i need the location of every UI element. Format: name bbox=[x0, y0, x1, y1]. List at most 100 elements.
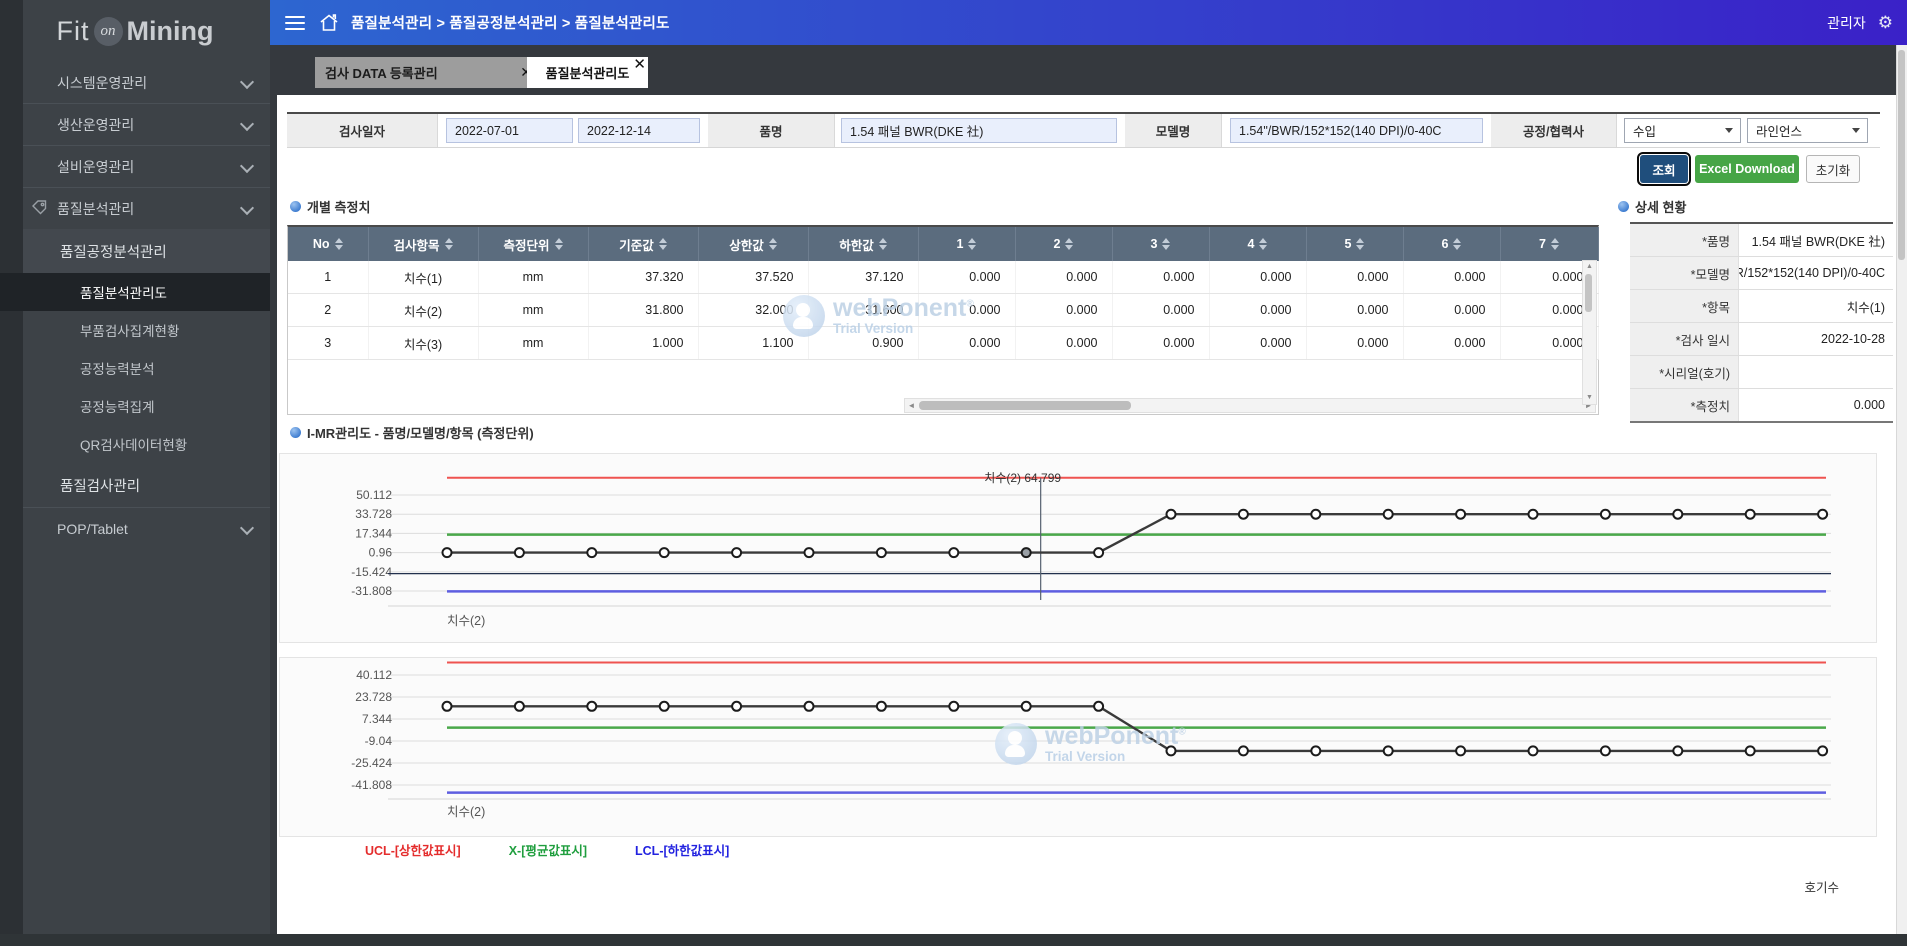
table-cell: 37.120 bbox=[808, 261, 919, 294]
window-scroll-thumb[interactable] bbox=[1898, 50, 1905, 260]
moving-range-chart[interactable]: 40.112 23.728 7.344 -9.04 -25.424 -41.808 치수(2… bbox=[279, 657, 1877, 837]
svg-text:50.112: 50.112 bbox=[356, 488, 392, 502]
sidebar-item[interactable]: 품질검사관리 bbox=[23, 463, 270, 507]
sidebar-item-label: 품질분석관리 bbox=[57, 200, 135, 217]
search-button[interactable]: 조회 bbox=[1637, 152, 1691, 186]
svg-text:17.344: 17.344 bbox=[355, 526, 392, 540]
table-cell: 3 bbox=[288, 326, 369, 360]
detail-label: *측정치 bbox=[1630, 389, 1739, 421]
column-header[interactable]: 3 bbox=[1112, 227, 1210, 261]
svg-text:치수(2): 치수(2) bbox=[447, 614, 485, 628]
sort-icon[interactable] bbox=[1550, 238, 1559, 250]
sort-icon[interactable] bbox=[1162, 238, 1171, 250]
sidebar-item[interactable]: 품질분석관리 bbox=[23, 187, 270, 229]
column-header[interactable]: 하한값 bbox=[808, 227, 919, 261]
chevron-down-icon bbox=[239, 74, 255, 90]
sidebar-item[interactable]: QR검사데이터현황 bbox=[23, 425, 270, 463]
window-vertical-scrollbar[interactable] bbox=[1896, 45, 1907, 934]
table-cell: 1 bbox=[288, 261, 369, 294]
sidebar-item-label: 부품검사집계현황 bbox=[80, 324, 180, 339]
column-header[interactable]: 5 bbox=[1306, 227, 1404, 261]
process-select[interactable]: 수입 bbox=[1624, 118, 1741, 143]
column-header[interactable]: 6 bbox=[1403, 227, 1501, 261]
column-header[interactable]: No bbox=[288, 227, 369, 261]
table-cell: 0.000 bbox=[1209, 293, 1307, 327]
detail-panel: *품명 1.54 패널 BWR(DKE 社) *모델명1.54"/BWR/152*1… bbox=[1630, 222, 1893, 423]
column-header[interactable]: 검사항목 bbox=[368, 227, 479, 261]
column-header[interactable]: 상한값 bbox=[698, 227, 809, 261]
sort-icon[interactable] bbox=[658, 238, 667, 250]
table-row[interactable]: 3 치수(3) mm 1.000 1.100 0.900 0.000 0.000 0.000 0.… bbox=[288, 326, 1599, 360]
sidebar-item[interactable]: 공정능력집계 bbox=[23, 387, 270, 425]
detail-value: 1.54"/BWR/152*152(140 DPI)/0-40C bbox=[1739, 266, 1885, 280]
sidebar-item[interactable]: 시스템운영관리 bbox=[23, 62, 270, 103]
sidebar-item[interactable]: 품질공정분석관리 bbox=[23, 229, 270, 273]
sidebar-item[interactable]: 부품검사집계현황 bbox=[23, 311, 270, 349]
detail-value: 치수(1) bbox=[1846, 300, 1885, 315]
tab-active[interactable]: 품질분석관리도 ✕ bbox=[527, 55, 648, 88]
sidebar-item-label: 품질공정분석관리 bbox=[60, 244, 167, 261]
sort-icon[interactable] bbox=[554, 238, 563, 250]
svg-text:33.728: 33.728 bbox=[355, 507, 392, 521]
tab-close-icon[interactable]: ✕ bbox=[633, 55, 646, 73]
sort-icon[interactable] bbox=[878, 238, 887, 250]
gear-icon[interactable]: ⚙ bbox=[1878, 13, 1893, 33]
svg-text:-31.808: -31.808 bbox=[351, 584, 392, 598]
sidebar: Fit on Mining 시스템운영관리생산운영관리설비운영관리품질분석관리품… bbox=[0, 0, 270, 946]
date-to-input[interactable]: 2022-12-14 bbox=[578, 118, 700, 143]
table-vertical-scrollbar[interactable]: ▲ ▼ bbox=[1582, 260, 1597, 405]
sort-icon[interactable] bbox=[1453, 238, 1462, 250]
model-name-input[interactable]: 1.54"/BWR/152*152(140 DPI)/0-40C bbox=[1230, 118, 1483, 143]
sort-icon[interactable] bbox=[444, 238, 453, 250]
sidebar-item[interactable]: 설비운영관리 bbox=[23, 145, 270, 187]
sidebar-item-label: 생산운영관리 bbox=[57, 116, 135, 133]
individuals-chart[interactable]: 50.112 33.728 17.344 0.96 -15.424 -31.808 치수(2… bbox=[279, 453, 1877, 643]
sidebar-item[interactable]: POP/Tablet bbox=[23, 507, 270, 549]
sort-icon[interactable] bbox=[768, 238, 777, 250]
column-header[interactable]: 4 bbox=[1209, 227, 1307, 261]
scroll-up-icon[interactable]: ▲ bbox=[1583, 261, 1596, 273]
sidebar-item-label: 공정능력집계 bbox=[80, 400, 155, 415]
scroll-down-icon[interactable]: ▼ bbox=[1583, 392, 1596, 404]
home-icon[interactable] bbox=[319, 13, 339, 32]
detail-label: *품명 bbox=[1630, 224, 1739, 256]
svg-text:-15.424: -15.424 bbox=[351, 565, 392, 579]
column-header[interactable]: 2 bbox=[1015, 227, 1113, 261]
user-name[interactable]: 관리자 bbox=[1827, 13, 1866, 33]
tab-inactive[interactable]: 검사 DATA 등록관리✕ bbox=[315, 57, 542, 88]
column-header[interactable]: 7 bbox=[1500, 227, 1599, 261]
product-name-label: 품명 bbox=[708, 114, 835, 147]
sidebar-item[interactable]: 생산운영관리 bbox=[23, 103, 270, 145]
table-horizontal-scrollbar[interactable]: ◄ ► bbox=[904, 398, 1596, 413]
sort-icon[interactable] bbox=[968, 238, 977, 250]
measurement-table: No 검사항목 측정단위 기준값 상한값 하한값 1 2 3 4 5 6 7 1 치수(1) mm 37.320… bbox=[288, 227, 1599, 360]
table-cell: 0.000 bbox=[1209, 326, 1307, 360]
date-from-input[interactable]: 2022-07-01 bbox=[446, 118, 573, 143]
measurement-section-title: 개별 측정치 bbox=[290, 197, 370, 216]
hamburger-menu-icon[interactable] bbox=[285, 12, 305, 34]
sidebar-item[interactable]: 품질분석관리도 bbox=[0, 273, 270, 311]
column-header[interactable]: 기준값 bbox=[588, 227, 699, 261]
app-logo: Fit on Mining bbox=[0, 0, 270, 62]
reset-button[interactable]: 초기화 bbox=[1806, 155, 1860, 183]
sidebar-item[interactable]: 공정능력분석 bbox=[23, 349, 270, 387]
sort-icon[interactable] bbox=[334, 238, 343, 250]
sort-icon[interactable] bbox=[1259, 238, 1268, 250]
excel-download-button[interactable]: Excel Download bbox=[1695, 155, 1799, 183]
table-cell: 0.900 bbox=[808, 326, 919, 360]
table-cell: 37.520 bbox=[698, 261, 809, 294]
vertical-scroll-thumb[interactable] bbox=[1585, 274, 1592, 312]
sidebar-item-label: 품질분석관리도 bbox=[80, 286, 167, 301]
sort-icon[interactable] bbox=[1356, 238, 1365, 250]
partner-select[interactable]: 라인언스 bbox=[1747, 118, 1868, 143]
column-header[interactable]: 1 bbox=[918, 227, 1016, 261]
table-row[interactable]: 1 치수(1) mm 37.320 37.520 37.120 0.000 0.000 0.00… bbox=[288, 261, 1599, 294]
product-name-input[interactable]: 1.54 패널 BWR(DKE 社) bbox=[841, 118, 1117, 143]
table-cell: 0.000 bbox=[1306, 261, 1404, 294]
horizontal-scroll-thumb[interactable] bbox=[919, 401, 1131, 410]
svg-text:0.96: 0.96 bbox=[369, 546, 393, 560]
scroll-left-icon[interactable]: ◄ bbox=[905, 399, 918, 412]
table-row[interactable]: 2 치수(2) mm 31.800 32.000 31.600 0.000 0.000 0.00… bbox=[288, 293, 1599, 327]
column-header[interactable]: 측정단위 bbox=[478, 227, 589, 261]
sort-icon[interactable] bbox=[1065, 238, 1074, 250]
